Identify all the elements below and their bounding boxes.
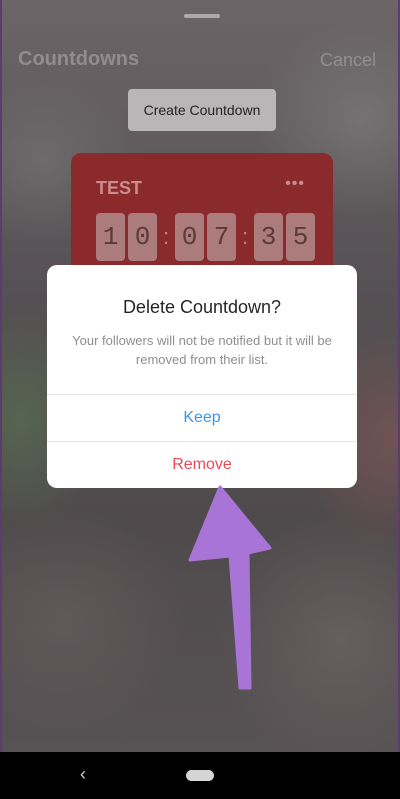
digit: 7	[207, 213, 236, 261]
digit: 3	[254, 213, 283, 261]
remove-button[interactable]: Remove	[47, 442, 357, 488]
more-options-icon[interactable]: •••	[285, 175, 305, 193]
keep-button[interactable]: Keep	[47, 395, 357, 441]
countdowns-screen: Countdowns Cancel Create Countdown TEST …	[0, 0, 400, 752]
dialog-title: Delete Countdown?	[122, 297, 282, 317]
digit: 1	[96, 213, 125, 261]
digit: 0	[128, 213, 157, 261]
digit: 0	[175, 213, 204, 261]
back-icon[interactable]: ‹	[80, 764, 86, 785]
time-separator: :	[162, 224, 170, 249]
home-pill-icon[interactable]	[186, 770, 214, 781]
page-title: Countdowns	[18, 48, 140, 70]
countdown-digits: 1 0 : 0 7 : 3 5	[96, 213, 318, 261]
digit: 5	[286, 213, 315, 261]
delete-countdown-dialog: Delete Countdown? Your followers will no…	[47, 265, 357, 488]
create-countdown-button[interactable]: Create Countdown	[128, 89, 276, 131]
countdown-name: TEST	[96, 178, 143, 198]
cancel-button[interactable]: Cancel	[320, 50, 376, 71]
system-navigation-bar: ‹	[0, 752, 400, 799]
sheet-drag-handle[interactable]	[184, 14, 220, 18]
time-separator: :	[241, 224, 249, 249]
dialog-message: Your followers will not be notified but …	[72, 333, 332, 367]
